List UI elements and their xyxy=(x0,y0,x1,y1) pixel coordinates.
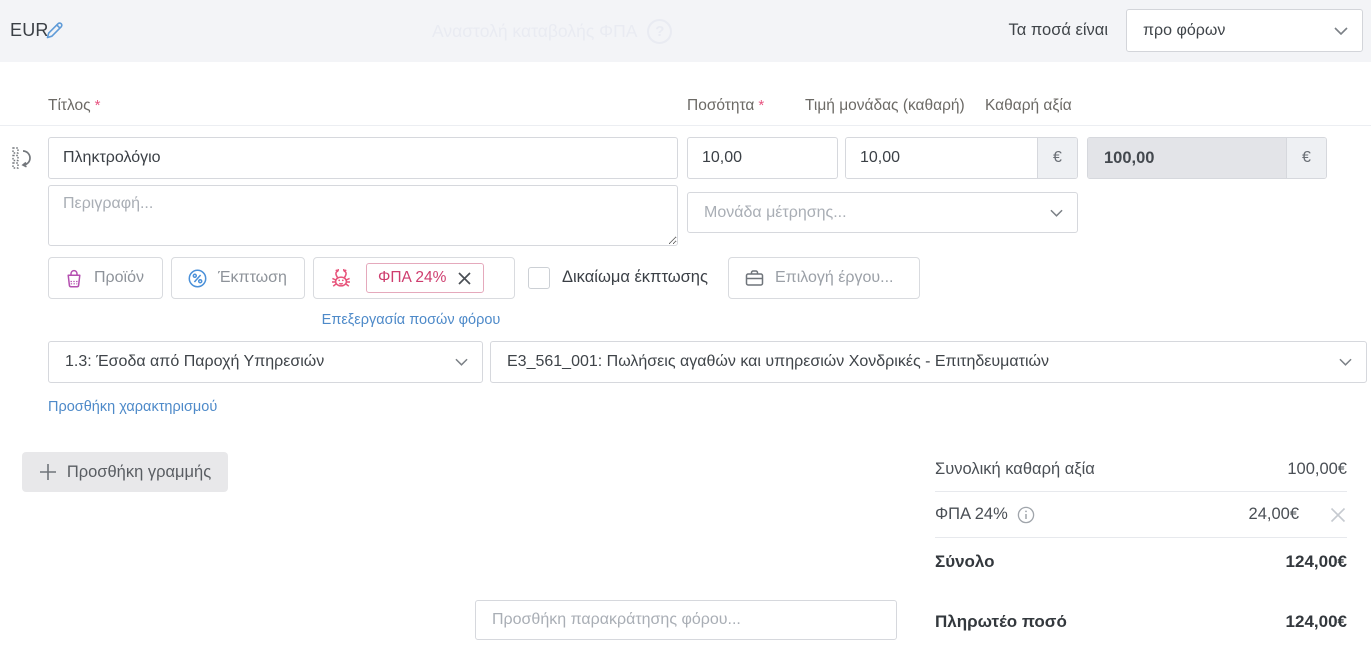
info-circle-icon[interactable] xyxy=(1017,506,1035,524)
withholding-tax-input[interactable] xyxy=(475,600,897,640)
grand-total-label: Σύνολο xyxy=(935,552,995,571)
chevron-down-icon xyxy=(1334,26,1348,35)
plus-icon xyxy=(39,463,57,481)
grand-total-value: 124,00€ xyxy=(1285,552,1347,571)
project-select-placeholder: Επιλογή έργου... xyxy=(775,269,894,286)
shopping-bag-icon xyxy=(64,268,84,289)
taxes-group: ΦΠΑ 24% xyxy=(313,257,515,299)
description-textarea[interactable] xyxy=(48,185,678,246)
vat-chip-label: ΦΠΑ 24% xyxy=(378,269,447,286)
product-button-label: Προϊόν xyxy=(94,269,145,286)
deduction-right-checkbox[interactable] xyxy=(528,267,550,289)
question-circle-icon: ? xyxy=(647,19,673,44)
discount-button-label: Έκπτωση xyxy=(218,269,287,286)
drag-reorder-icon[interactable] xyxy=(11,143,37,173)
unit-price-field: € xyxy=(845,137,1078,179)
edit-tax-amounts-link[interactable]: Επεξεργασία ποσών φόρου xyxy=(305,312,517,328)
briefcase-icon xyxy=(744,268,765,288)
add-line-label: Προσθήκη γραμμής xyxy=(66,462,212,481)
grand-total-row: Σύνολο 124,00€ xyxy=(935,538,1347,586)
amounts-mode-value: προ φόρων xyxy=(1143,21,1226,39)
vat-chip[interactable]: ΦΠΑ 24% xyxy=(366,263,485,293)
unit-price-input[interactable] xyxy=(846,138,1037,178)
quantity-input[interactable] xyxy=(687,137,838,179)
payable-amount-value: 124,00€ xyxy=(1285,612,1347,631)
edit-pencil-icon[interactable] xyxy=(44,19,66,41)
net-value-readonly: 100,00 xyxy=(1088,138,1286,178)
amounts-mode-select[interactable]: προ φόρων xyxy=(1126,9,1363,52)
remove-vat-icon close-icon[interactable] xyxy=(1329,506,1347,524)
row-divider xyxy=(0,125,1371,126)
net-value-field: 100,00 € xyxy=(1087,137,1327,179)
vat-suspension-ghost-option: Αναστολή καταβολής ΦΠΑ ? xyxy=(432,19,673,44)
vat-total-row: ΦΠΑ 24% 24,00€ xyxy=(935,492,1347,538)
total-net-row: Συνολική καθαρή αξία 100,00€ xyxy=(935,448,1347,492)
currency-label: EUR xyxy=(10,20,49,40)
total-net-label: Συνολική καθαρή αξία xyxy=(935,460,1095,478)
chevron-down-icon xyxy=(1050,209,1063,217)
product-button[interactable]: Προϊόν xyxy=(48,257,163,299)
add-characterization-link[interactable]: Προσθήκη χαρακτηρισμού xyxy=(48,399,217,415)
project-select-button[interactable]: Επιλογή έργου... xyxy=(728,257,920,299)
deduction-right-label: Δικαίωμα έκπτωσης xyxy=(562,268,708,286)
vat-total-label: ΦΠΑ 24% xyxy=(935,505,1008,523)
vat-suspension-label: Αναστολή καταβολής ΦΠΑ xyxy=(432,21,638,41)
header-unit-price: Τιμή μονάδας (καθαρή) xyxy=(805,97,965,114)
e3-classification-value: Ε3_561_001: Πωλήσεις αγαθών και υπηρεσιώ… xyxy=(507,353,1049,370)
tax-crab-icon xyxy=(329,267,353,290)
totals-panel: Συνολική καθαρή αξία 100,00€ ΦΠΑ 24% 24,… xyxy=(935,448,1347,644)
title-input[interactable] xyxy=(48,137,678,179)
required-marker: * xyxy=(758,97,765,114)
vat-total-value: 24,00€ xyxy=(1248,505,1299,523)
header-net-value: Καθαρή αξία xyxy=(985,97,1072,114)
amounts-are-label: Τα ποσά είναι xyxy=(1008,21,1109,39)
euro-suffix: € xyxy=(1037,138,1077,178)
income-category-value: 1.3: Έσοδα από Παροχή Υπηρεσιών xyxy=(65,353,325,370)
header-quantity: Ποσότητα * xyxy=(687,97,765,114)
euro-suffix: € xyxy=(1286,138,1326,178)
income-category-select[interactable]: 1.3: Έσοδα από Παροχή Υπηρεσιών xyxy=(48,341,483,383)
add-line-button[interactable]: Προσθήκη γραμμής xyxy=(22,452,228,492)
e3-classification-select[interactable]: Ε3_561_001: Πωλήσεις αγαθών και υπηρεσιώ… xyxy=(490,341,1367,383)
header-title: Τίτλος * xyxy=(48,97,101,114)
chevron-down-icon xyxy=(455,358,468,366)
total-net-value: 100,00€ xyxy=(1287,460,1347,478)
unit-of-measure-select[interactable]: Μονάδα μέτρησης... xyxy=(687,192,1078,233)
invoice-line-editor: EUR Αναστολή καταβολής ΦΠΑ ? Τα ποσά είν… xyxy=(0,0,1371,664)
unit-of-measure-placeholder: Μονάδα μέτρησης... xyxy=(704,203,847,221)
payable-amount-row: Πληρωτέο ποσό 124,00€ xyxy=(935,600,1347,644)
discount-button[interactable]: Έκπτωση xyxy=(171,257,305,299)
topbar: EUR Αναστολή καταβολής ΦΠΑ ? Τα ποσά είν… xyxy=(0,0,1371,62)
payable-amount-label: Πληρωτέο ποσό xyxy=(935,612,1067,631)
percent-badge-icon xyxy=(187,268,208,289)
required-marker: * xyxy=(94,97,101,114)
close-icon[interactable] xyxy=(457,271,472,286)
chevron-down-icon xyxy=(1339,358,1352,366)
